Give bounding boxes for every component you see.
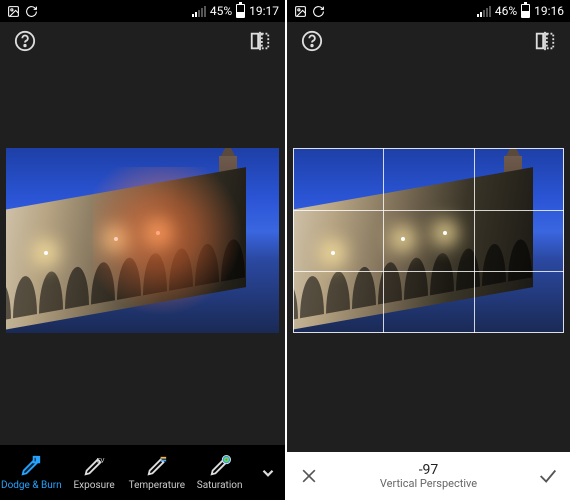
clock: 19:16 xyxy=(534,4,564,18)
tool-saturation[interactable]: Saturation xyxy=(188,445,251,500)
status-sync-icon xyxy=(311,4,325,18)
status-bar: 45% 19:17 xyxy=(0,0,285,22)
brush-ev-icon: EV xyxy=(83,455,105,477)
status-image-icon xyxy=(6,4,20,18)
help-icon[interactable] xyxy=(297,26,327,56)
battery-icon xyxy=(521,4,530,18)
image-canvas[interactable] xyxy=(293,148,564,333)
cancel-button[interactable] xyxy=(287,452,331,500)
app-bar xyxy=(0,22,285,60)
more-tools-button[interactable] xyxy=(251,445,285,500)
adjust-value: -97 xyxy=(419,462,439,478)
tool-label: Saturation xyxy=(197,480,243,491)
brush-temp-icon xyxy=(146,455,168,477)
svg-text:EV: EV xyxy=(97,456,105,464)
tool-label: Temperature xyxy=(129,480,186,491)
adjust-bar: -97 Vertical Perspective xyxy=(287,452,570,500)
adjust-readout[interactable]: -97 Vertical Perspective xyxy=(331,462,526,491)
status-image-icon xyxy=(293,4,307,18)
tool-temperature[interactable]: Temperature xyxy=(126,445,189,500)
adjust-label: Vertical Perspective xyxy=(380,478,477,491)
confirm-button[interactable] xyxy=(526,452,570,500)
battery-percent: 46% xyxy=(495,4,517,18)
status-sync-icon xyxy=(24,4,38,18)
brush-sat-icon xyxy=(209,455,231,477)
app-bar xyxy=(287,22,570,60)
compare-icon[interactable] xyxy=(530,26,560,56)
brush-db-icon xyxy=(20,455,42,477)
tool-label: Dodge & Burn xyxy=(1,480,62,491)
image-canvas[interactable] xyxy=(6,148,279,333)
signal-icon xyxy=(477,5,491,17)
clock: 19:17 xyxy=(249,4,279,18)
status-bar: 46% 19:16 xyxy=(287,0,570,22)
photo xyxy=(6,148,279,333)
screen-perspective: 46% 19:16 xyxy=(285,0,570,500)
tool-label: Exposure xyxy=(74,480,115,491)
compare-icon[interactable] xyxy=(245,26,275,56)
tool-strip: Dodge & Burn EV Exposure Temperature xyxy=(0,445,285,500)
signal-icon xyxy=(192,5,206,17)
battery-percent: 45% xyxy=(210,4,232,18)
tool-dodge-burn[interactable]: Dodge & Burn xyxy=(0,445,63,500)
screen-dodge-burn: 45% 19:17 xyxy=(0,0,285,500)
help-icon[interactable] xyxy=(10,26,40,56)
photo xyxy=(293,148,564,333)
tool-exposure[interactable]: EV Exposure xyxy=(63,445,126,500)
battery-icon xyxy=(236,4,245,18)
